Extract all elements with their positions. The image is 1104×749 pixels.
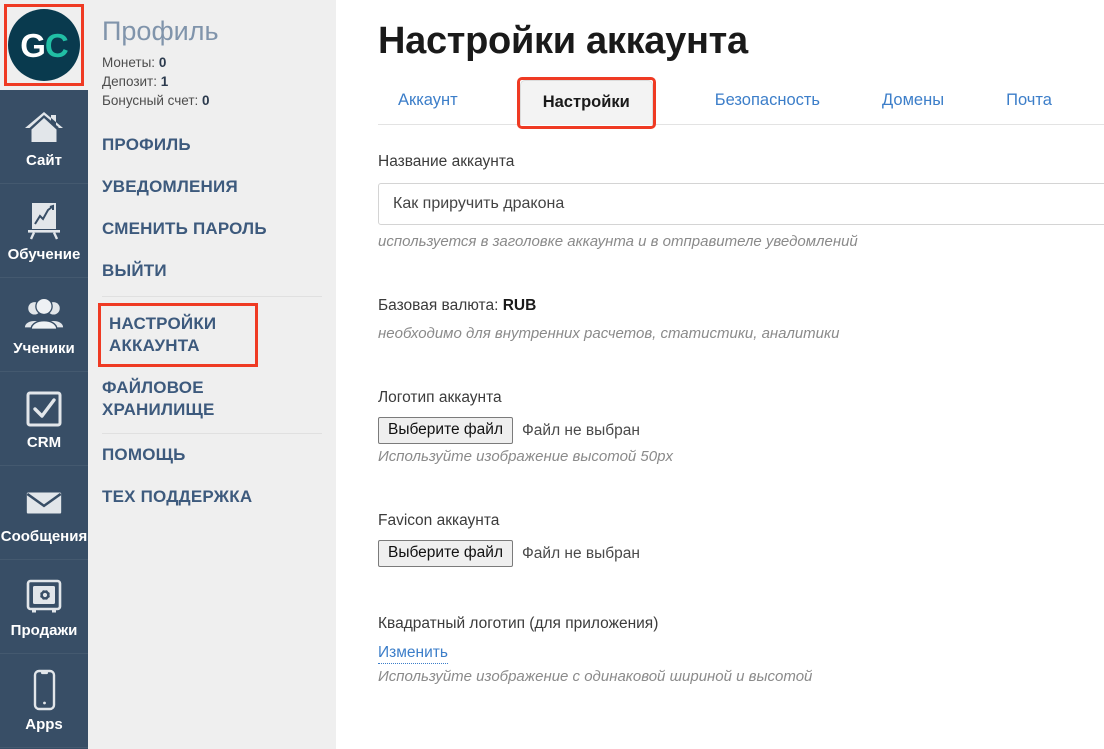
stat-bonus: Бонусный счет: 0 [102,91,336,110]
profile-menu-item-help[interactable]: ПОМОЩЬ [102,434,322,476]
tab-settings[interactable]: Настройки [516,77,656,129]
phone-icon [23,669,65,713]
rail-label: Обучение [7,245,81,263]
profile-menu-item-notifications[interactable]: УВЕДОМЛЕНИЯ [102,166,322,208]
account-favicon-file-status: Файл не выбран [522,544,640,562]
profile-menu: ПРОФИЛЬ УВЕДОМЛЕНИЯ СМЕНИТЬ ПАРОЛЬ ВЫЙТИ… [98,124,336,518]
profile-menu-item-file-storage[interactable]: ФАЙЛОВОЕ ХРАНИЛИЩЕ [102,367,262,431]
profile-title: Профиль [102,16,219,46]
base-currency-label-text: Базовая валюта: [378,297,499,314]
account-favicon-file-input[interactable]: Выберите файл Файл не выбран [378,540,1104,567]
tab-domains[interactable]: Домены [882,91,944,124]
base-currency-hint: необходимо для внутренних расчетов, стат… [378,325,840,342]
rail-label: Сайт [26,151,62,169]
account-logo-choose-file-button[interactable]: Выберите файл [378,417,514,444]
stat-deposit: Депозит: 1 [102,72,336,91]
profile-menu-item-profile[interactable]: ПРОФИЛЬ [102,124,322,166]
account-logo-file-input[interactable]: Выберите файл Файл не выбран [378,417,1104,444]
stat-coins-label: Монеты: [102,55,156,71]
tab-mail[interactable]: Почта [1006,91,1052,124]
rail-label: Ученики [13,339,75,357]
profile-menu-item-logout[interactable]: ВЫЙТИ [102,250,322,292]
field-base-currency: Базовая валюта: RUB необходимо для внутр… [378,295,1104,345]
rail-item-crm[interactable]: CRM [0,372,88,466]
tab-bar: Аккаунт Настройки Безопасность Домены По… [378,77,1104,129]
square-logo-hint: Используйте изображение с одинаковой шир… [378,668,813,685]
field-account-logo: Логотип аккаунта Выберите файл Файл не в… [378,387,1104,468]
stat-deposit-value: 1 [160,74,169,90]
field-account-name: Название аккаунта используется в заголов… [378,151,1104,253]
tab-settings-label: Настройки [542,93,630,111]
chart-board-icon [23,199,65,243]
account-logo-label: Логотип аккаунта [378,389,502,406]
profile-menu-item-change-password[interactable]: СМЕНИТЬ ПАРОЛЬ [102,208,322,250]
rail-item-students[interactable]: Ученики [0,278,88,372]
account-logo-file-status: Файл не выбран [522,421,640,439]
users-icon [23,293,65,337]
account-name-hint: используется в заголовке аккаунта и в от… [378,233,858,250]
stat-coins: Монеты: 0 [102,53,336,72]
stat-deposit-label: Депозит: [102,74,157,90]
account-favicon-label: Favicon аккаунта [378,512,500,529]
tab-security[interactable]: Безопасность [715,91,820,124]
app-root: GC Сайт Обучение Ученики CRM Сообщения П… [0,0,1104,749]
stat-coins-value: 0 [158,55,167,71]
checkbox-check-icon [23,387,65,431]
account-logo-hint: Используйте изображение высотой 50px [378,448,673,465]
rail-label: CRM [26,433,62,451]
field-account-favicon: Favicon аккаунта Выберите файл Файл не в… [378,510,1104,567]
base-currency-label: Базовая валюта: RUB [378,295,1104,317]
safe-box-icon [23,575,65,619]
rail-item-training[interactable]: Обучение [0,184,88,278]
field-square-logo: Квадратный логотип (для приложения) Изме… [378,613,1104,688]
stat-bonus-value: 0 [202,93,210,109]
base-currency-value: RUB [502,297,537,314]
square-logo-label: Квадратный логотип (для приложения) [378,615,659,632]
rail-item-sales[interactable]: Продажи [0,560,88,654]
account-name-label: Название аккаунта [378,153,515,170]
rail-item-apps[interactable]: Apps [0,654,88,748]
account-name-input[interactable] [378,183,1104,225]
rail-item-messages[interactable]: Сообщения [0,466,88,560]
logo-highlight-box [4,4,84,86]
account-favicon-choose-file-button[interactable]: Выберите файл [378,540,514,567]
primary-icon-rail: GC Сайт Обучение Ученики CRM Сообщения П… [0,0,88,749]
profile-menu-item-account-settings[interactable]: НАСТРОЙКИ АККАУНТА [98,303,258,368]
tab-account[interactable]: Аккаунт [398,91,458,124]
settings-form: Название аккаунта используется в заголов… [378,125,1104,688]
rail-label: Продажи [10,621,78,639]
gc-logo[interactable]: GC [0,0,88,90]
page-title: Настройки аккаунта [378,20,748,62]
home-icon [23,105,65,149]
profile-sidebar: Профиль Монеты: 0 Депозит: 1 Бонусный сч… [88,0,336,749]
stat-bonus-label: Бонусный счет: [102,93,199,109]
envelope-icon [23,481,65,525]
rail-item-site[interactable]: Сайт [0,90,88,184]
profile-menu-item-support[interactable]: ТЕХ ПОДДЕРЖКА [102,476,322,518]
square-logo-change-link[interactable]: Изменить [378,643,448,664]
main-content: Настройки аккаунта Аккаунт Настройки Без… [336,0,1104,749]
rail-label: Сообщения [0,527,88,545]
rail-label: Apps [25,715,63,733]
